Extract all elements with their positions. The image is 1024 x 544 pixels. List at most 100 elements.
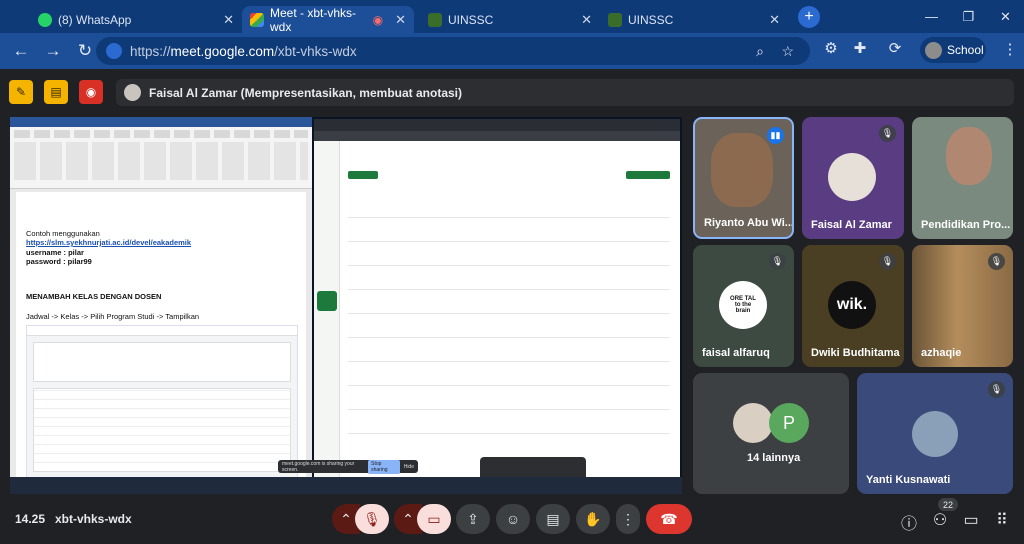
menu-icon[interactable]: ⋮: [999, 40, 1021, 58]
participant-video: [711, 133, 773, 207]
participant-tile[interactable]: Pendidikan Pro...: [912, 117, 1013, 239]
mic-off-icon: 🎙: [879, 125, 896, 142]
avatar-initial: P: [769, 403, 809, 443]
info-icon[interactable]: ⓘ: [897, 510, 921, 534]
puzzle-icon[interactable]: ✚: [849, 39, 871, 57]
sync-icon[interactable]: ⟳: [884, 39, 906, 57]
embedded-header: [27, 326, 297, 336]
others-tile[interactable]: P 14 lainnya: [693, 373, 849, 494]
participant-tile[interactable]: 🎙 Faisal Al Zamar: [802, 117, 904, 239]
academic-app-window: [314, 119, 680, 481]
forward-icon[interactable]: →: [38, 36, 68, 66]
hand-icon: ✋: [584, 510, 602, 527]
profile-button[interactable]: School: [920, 37, 986, 63]
mic-toggle-button[interactable]: 🎙: [355, 504, 389, 534]
whatsapp-icon: [38, 12, 52, 27]
new-tab-button[interactable]: +: [798, 5, 820, 28]
document-page: Contoh menggunakan https://slm.syekhnurj…: [16, 192, 306, 484]
participant-name: Faisal Al Zamar: [811, 219, 892, 231]
chat-icon[interactable]: ▭: [959, 510, 983, 530]
tab-label: (8) WhatsApp: [58, 12, 132, 27]
inner-sidebar: [314, 141, 340, 481]
mic-off-icon: 🎙: [988, 381, 1005, 398]
presenter-text: Faisal Al Zamar (Mempresentasikan, membu…: [149, 85, 462, 100]
maximize-button[interactable]: ❐: [950, 0, 987, 33]
people-icon[interactable]: ⚇: [928, 510, 952, 530]
participant-name: Yanti Kusnawati: [866, 474, 951, 486]
leave-call-button[interactable]: ☎: [646, 504, 692, 534]
url-bar[interactable]: https://meet.google.com/xbt-vhks-wdx ⌕ ☆: [96, 37, 810, 65]
tab-meet[interactable]: Meet - xbt-vhks-wdx ◉ ✕: [242, 5, 414, 34]
annotation-pen-icon[interactable]: ✎: [9, 80, 33, 104]
presenter-banner: Faisal Al Zamar (Mempresentasikan, membu…: [116, 79, 1014, 106]
embedded-filter: [33, 342, 291, 382]
camera-toggle-button[interactable]: ▭: [417, 504, 451, 534]
mic-off-icon: 🎙: [988, 253, 1005, 270]
recording-icon: ◉: [372, 12, 384, 27]
doc-link[interactable]: https://slm.syekhnurjati.ac.id/devel/eak…: [26, 238, 191, 247]
uinssc-icon: [428, 12, 442, 27]
word-ribbon: [10, 117, 312, 189]
avatar: wik.: [828, 281, 876, 329]
doc-steps: Jadwal -> Kelas -> Pilih Program Studi -…: [26, 312, 200, 321]
tab-uinssc-1[interactable]: UINSSC ✕: [420, 6, 600, 33]
close-icon[interactable]: ✕: [395, 12, 406, 28]
emoji-icon: ☺: [505, 511, 521, 527]
word-window: Contoh menggunakan https://slm.syekhnurj…: [10, 117, 312, 494]
mic-off-icon: 🎙: [879, 253, 896, 270]
inner-tabbar: [314, 119, 680, 131]
mic-off-icon: 🎙: [769, 253, 786, 270]
more-options-button[interactable]: ⋮: [616, 504, 640, 534]
share-banner-text: meet.google.com is sharing your screen.: [282, 460, 355, 473]
participant-tile[interactable]: 🎙 Yanti Kusnawati: [857, 373, 1013, 494]
doc-username: username : pilar: [26, 248, 84, 257]
sidebar-active-item: [317, 291, 337, 311]
extension-icon[interactable]: ⚙: [820, 39, 842, 57]
url-path: /xbt-vhks-wdx: [274, 43, 357, 59]
mic-off-icon: 🎙: [363, 510, 381, 527]
doc-password: password : pilar99: [26, 257, 92, 266]
avatar: [733, 403, 773, 443]
avatar-text: brain: [735, 308, 751, 314]
word-title-bar: [10, 117, 312, 127]
close-icon[interactable]: ✕: [223, 12, 234, 28]
url-host: meet.google.com: [170, 43, 275, 59]
meeting-time: 14.25: [15, 512, 46, 526]
tab-label: Meet - xbt-vhks-wdx: [270, 5, 357, 34]
close-window-button[interactable]: ✕: [987, 0, 1024, 33]
captions-button[interactable]: ▤: [536, 504, 570, 534]
bookmark-star-icon[interactable]: ☆: [781, 43, 794, 60]
close-icon[interactable]: ✕: [581, 12, 592, 28]
present-icon: ⇪: [467, 510, 479, 527]
activities-icon[interactable]: ⠿: [990, 510, 1014, 530]
present-button[interactable]: ⇪: [456, 504, 490, 534]
close-icon[interactable]: ✕: [769, 12, 780, 28]
stop-annotation-icon[interactable]: ◉: [79, 80, 103, 104]
avatar: [912, 411, 958, 457]
zoom-icon[interactable]: ⌕: [756, 43, 764, 60]
participant-tile[interactable]: wik. 🎙 Dwiki Budhitama: [802, 245, 904, 367]
ribbon-tabs: [14, 130, 308, 138]
participant-name: Riyanto Abu Wi...: [704, 217, 794, 229]
participant-tile[interactable]: ORE TAL to the brain 🎙 faisal alfaruq: [693, 245, 794, 367]
camera-off-icon: ▭: [427, 510, 441, 527]
annotation-tool-icon[interactable]: ▤: [44, 80, 68, 104]
reactions-button[interactable]: ☺: [496, 504, 530, 534]
tab-uinssc-2[interactable]: UINSSC ✕: [600, 6, 788, 33]
participant-count-badge: 22: [938, 498, 958, 511]
tab-label: UINSSC: [628, 12, 674, 27]
site-info-icon[interactable]: [106, 43, 122, 59]
minimize-button[interactable]: —: [913, 0, 950, 33]
tab-whatsapp[interactable]: (8) WhatsApp ✕: [30, 6, 242, 33]
stop-sharing-button: Stop sharing: [368, 459, 400, 474]
doc-heading: MENAMBAH KELAS DENGAN DOSEN: [26, 292, 162, 301]
raise-hand-button[interactable]: ✋: [576, 504, 610, 534]
avatar: [124, 84, 141, 101]
uinssc-icon: [608, 12, 622, 27]
back-icon[interactable]: ←: [6, 36, 36, 66]
captions-icon: ▤: [546, 510, 560, 527]
participant-video: [946, 127, 992, 185]
participant-tile[interactable]: 🎙 azhaqie: [912, 245, 1013, 367]
participant-tile[interactable]: ▮▮ Riyanto Abu Wi...: [693, 117, 794, 239]
tab-label: UINSSC: [448, 12, 494, 27]
